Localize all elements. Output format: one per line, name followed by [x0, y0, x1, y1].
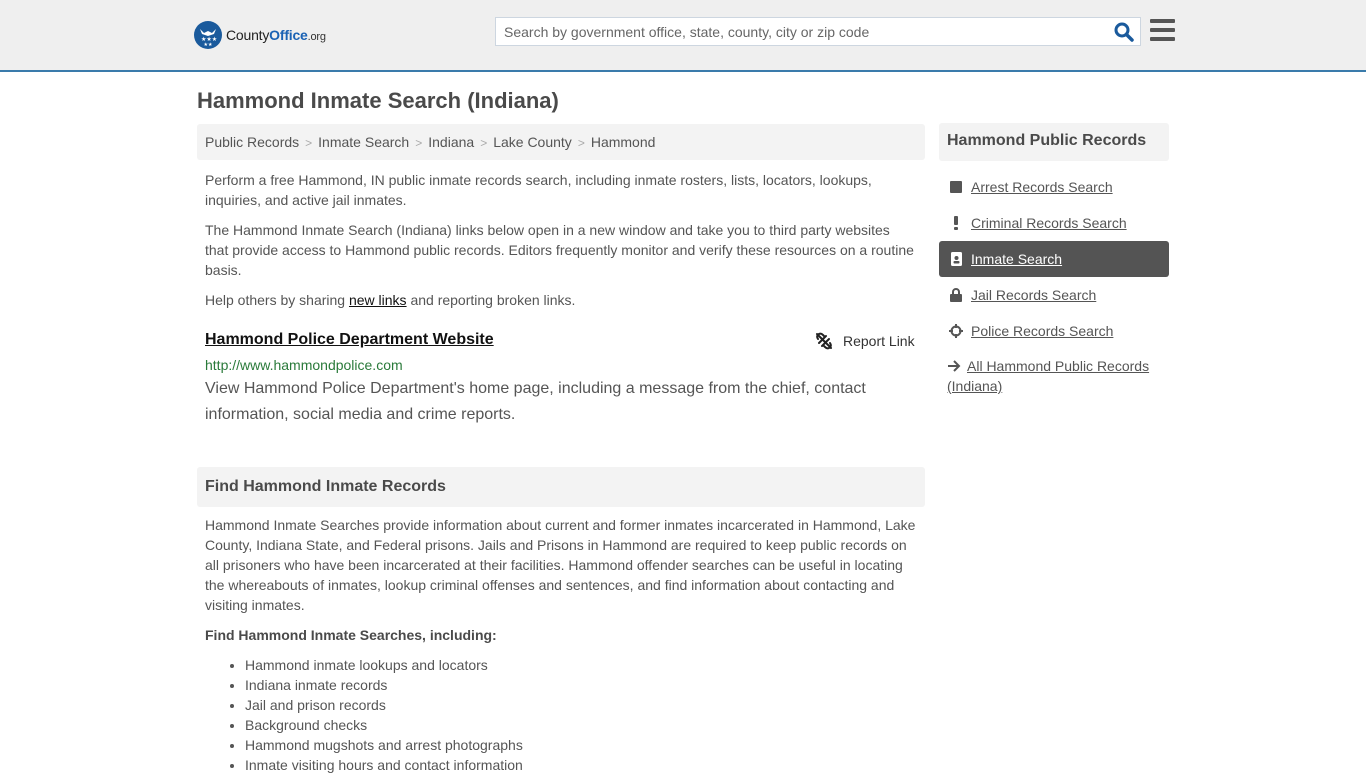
list-item: Indiana inmate records: [245, 675, 523, 695]
sidebar-item-inmate-search[interactable]: Inmate Search: [939, 241, 1169, 277]
breadcrumb-indiana[interactable]: Indiana: [428, 134, 474, 150]
site-header: ★★★ ★★ CountyOffice.org: [0, 0, 1366, 72]
id-badge-icon: [949, 252, 963, 266]
find-section-heading: Find Hammond Inmate Records: [197, 467, 925, 507]
new-links-link[interactable]: new links: [349, 292, 407, 308]
sidebar-item-jail-records[interactable]: Jail Records Search: [939, 277, 1169, 313]
list-item: Hammond mugshots and arrest photographs: [245, 735, 523, 755]
list-item: Hammond inmate lookups and locators: [245, 655, 523, 675]
breadcrumb-separator: >: [415, 136, 423, 150]
find-section-body: Hammond Inmate Searches provide informat…: [205, 517, 916, 613]
report-link-label: Report Link: [843, 333, 915, 349]
sidebar-all-records-link[interactable]: All Hammond Public Records (Indiana): [947, 356, 1167, 396]
list-item: Jail and prison records: [245, 695, 523, 715]
breadcrumb-separator: >: [305, 136, 313, 150]
list-item: Background checks: [245, 715, 523, 735]
breadcrumb-public-records[interactable]: Public Records: [205, 134, 299, 150]
sidebar-heading: Hammond Public Records: [939, 123, 1169, 161]
report-link-button[interactable]: Report Link: [815, 332, 915, 350]
search-box: [495, 17, 1141, 46]
list-item: Inmate visiting hours and contact inform…: [245, 755, 523, 775]
breadcrumb-lake-county[interactable]: Lake County: [493, 134, 572, 150]
disclaimer-paragraph: The Hammond Inmate Search (Indiana) link…: [205, 222, 914, 278]
intro-paragraph: Perform a free Hammond, IN public inmate…: [205, 172, 872, 208]
breadcrumb-hammond[interactable]: Hammond: [591, 134, 656, 150]
search-button[interactable]: [1114, 22, 1134, 42]
search-input[interactable]: [496, 18, 1096, 45]
broken-link-icon: [816, 332, 832, 350]
sidebar-item-police-records[interactable]: Police Records Search: [939, 313, 1169, 349]
search-icon: [1114, 22, 1134, 42]
square-icon: [949, 180, 963, 194]
site-logo[interactable]: ★★★ ★★ CountyOffice.org: [194, 21, 326, 49]
crosshair-icon: [949, 324, 963, 338]
arrow-right-icon: [948, 360, 961, 372]
exclamation-icon: [949, 216, 963, 230]
sidebar: Hammond Public Records Arrest Records Se…: [939, 123, 1169, 394]
result-description: View Hammond Police Department's home pa…: [205, 380, 866, 423]
eagle-stars-icon: ★★★ ★★: [194, 21, 222, 49]
sidebar-item-criminal-records[interactable]: Criminal Records Search: [939, 205, 1169, 241]
breadcrumb-inmate-search[interactable]: Inmate Search: [318, 134, 409, 150]
searches-list: Hammond inmate lookups and locators Indi…: [245, 655, 523, 775]
lock-icon: [949, 288, 963, 302]
breadcrumb-separator: >: [577, 136, 585, 150]
breadcrumb: Public Records > Inmate Search > Indiana > Lak…: [197, 124, 925, 160]
breadcrumb-separator: >: [480, 136, 488, 150]
find-searches-subheading: Find Hammond Inmate Searches, including:: [205, 627, 497, 643]
share-paragraph: Help others by sharing new links and rep…: [205, 292, 576, 308]
result-title-link[interactable]: Hammond Police Department Website: [205, 331, 494, 349]
page-title: Hammond Inmate Search (Indiana): [197, 88, 559, 113]
hamburger-menu-icon[interactable]: [1150, 19, 1175, 41]
svg-text:★★: ★★: [204, 42, 213, 48]
result-url: http://www.hammondpolice.com: [205, 357, 403, 373]
logo-text: CountyOffice.org: [226, 27, 326, 43]
sidebar-item-arrest-records[interactable]: Arrest Records Search: [939, 169, 1169, 205]
